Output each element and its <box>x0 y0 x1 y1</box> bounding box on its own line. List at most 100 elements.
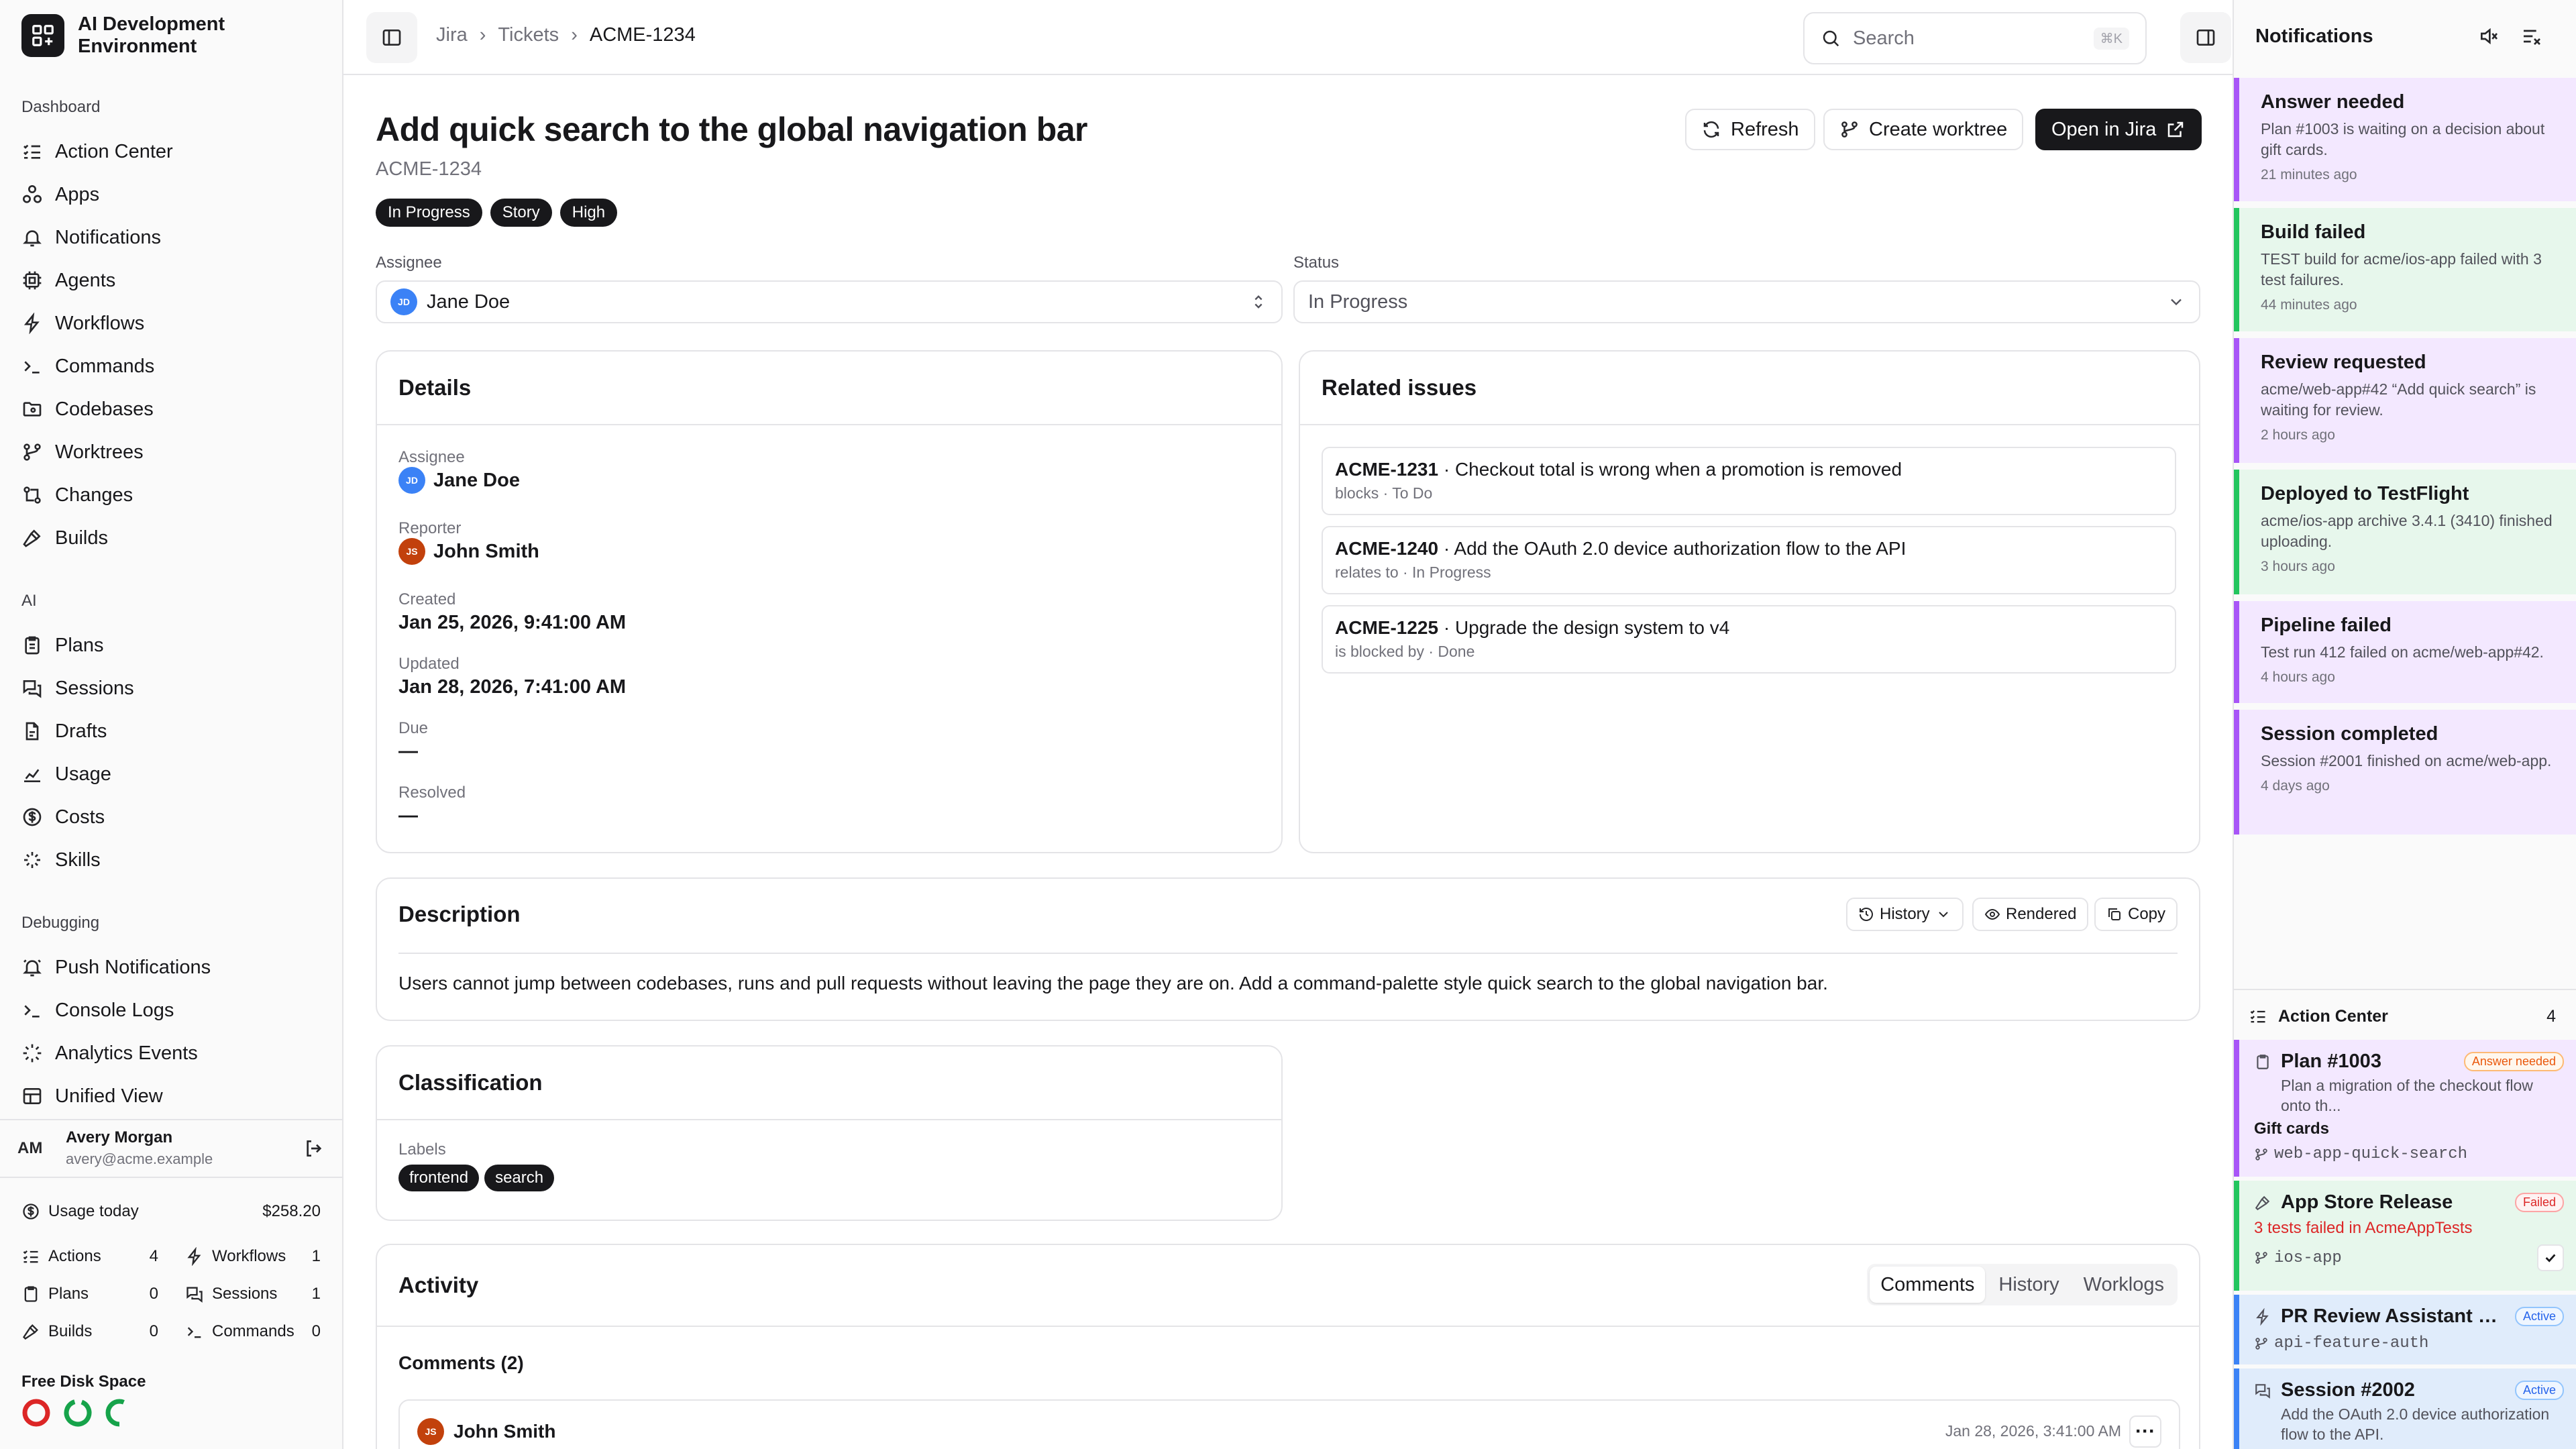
create-worktree-button[interactable]: Create worktree <box>1823 109 2024 150</box>
action-item[interactable]: PR Review Assistant #4... Active api-fea… <box>2234 1295 2576 1364</box>
sparkles-icon <box>24 852 40 868</box>
detail-reporter: JS John Smith <box>398 538 539 565</box>
action-branch: web-app-quick-search <box>2254 1145 2564 1163</box>
check-icon[interactable] <box>2537 1244 2564 1271</box>
notification-item[interactable]: Pipeline failed Test run 412 failed on a… <box>2234 601 2576 703</box>
nav-label: Worktrees <box>55 441 144 463</box>
apps-icon <box>23 185 42 203</box>
nav-item-apps[interactable]: Apps <box>21 176 323 213</box>
assignee-value: Jane Doe <box>427 290 511 313</box>
detail-reporter-label: Reporter <box>398 519 462 537</box>
nav-item-worktrees[interactable]: Worktrees <box>21 433 323 471</box>
detail-due-label: Due <box>398 719 429 737</box>
mute-icon[interactable] <box>2478 25 2500 47</box>
action-item[interactable]: Session #2002 Active Add the OAuth 2.0 d… <box>2234 1368 2576 1449</box>
related-issue-item[interactable]: ACME-1225 · Upgrade the design system to… <box>1322 605 2176 674</box>
layout-icon <box>23 1088 42 1104</box>
nav-item-changes[interactable]: Changes <box>21 476 323 514</box>
user-name: Avery Morgan <box>66 1128 173 1146</box>
app-brand[interactable]: AI Development Environment <box>21 13 266 58</box>
action-center-header: Action Center 4 <box>2234 989 2576 1042</box>
nav-label: Agents <box>55 269 116 291</box>
page-title: Add quick search to the global navigatio… <box>376 111 1088 148</box>
nav-item-usage[interactable]: Usage <box>21 755 323 793</box>
nav-item-sessions[interactable]: Sessions <box>21 669 323 707</box>
toggle-right-panel-button[interactable] <box>2180 12 2231 63</box>
action-title: Session #2002 <box>2281 1379 2415 1401</box>
related-issue-item[interactable]: ACME-1231 · Checkout total is wrong when… <box>1322 447 2176 515</box>
action-item[interactable]: Plan #1003 Answer needed Plan a migratio… <box>2234 1040 2576 1177</box>
stat-plans[interactable]: Plans <box>21 1285 89 1303</box>
terminal-icon <box>24 1005 40 1018</box>
search-input[interactable]: Search ⌘K <box>1803 12 2147 64</box>
stat-actions[interactable]: Actions <box>21 1247 101 1266</box>
dollar-icon <box>23 1203 39 1220</box>
tab-comments[interactable]: Comments <box>1870 1267 1986 1303</box>
rendered-toggle[interactable]: Rendered <box>1972 898 2089 931</box>
ticket-key: ACME-1234 <box>376 158 482 180</box>
nav-item-commands[interactable]: Commands <box>21 347 323 385</box>
notification-item[interactable]: Build failed TEST build for acme/ios-app… <box>2234 208 2576 331</box>
related-issues-title: Related issues <box>1300 352 2199 425</box>
user-profile[interactable]: AM Avery Morgan avery@acme.example <box>0 1119 342 1178</box>
notification-item[interactable]: Answer needed Plan #1003 is waiting on a… <box>2234 78 2576 201</box>
top-bar: Jira › Tickets › ACME-1234 Search ⌘K <box>343 0 2233 75</box>
nav-label: Drafts <box>55 720 107 742</box>
breadcrumb-tickets[interactable]: Tickets <box>498 24 559 46</box>
nav-item-agents[interactable]: Agents <box>21 262 323 299</box>
logout-icon[interactable] <box>303 1138 325 1159</box>
toggle-sidebar-button[interactable] <box>366 12 417 63</box>
nav-item-unified-view[interactable]: Unified View <box>21 1077 323 1115</box>
app-name: AI Development Environment <box>78 13 225 57</box>
breadcrumb-jira[interactable]: Jira <box>436 24 468 46</box>
history-dropdown[interactable]: History <box>1846 898 1964 931</box>
tab-history[interactable]: History <box>1988 1267 2070 1303</box>
nav-item-console-logs[interactable]: Console Logs <box>21 991 323 1029</box>
action-item[interactable]: App Store Release Failed 3 tests failed … <box>2234 1181 2576 1291</box>
issue-meta: relates to · In Progress <box>1335 564 1491 581</box>
open-in-jira-button[interactable]: Open in Jira <box>2035 109 2202 150</box>
nav-item-workflows[interactable]: Workflows <box>21 305 323 342</box>
nav-item-action-center[interactable]: Action Center <box>21 133 323 170</box>
notification-item[interactable]: Review requested acme/web-app#42 “Add qu… <box>2234 338 2576 463</box>
comments-heading: Comments (2) <box>398 1352 524 1373</box>
nav-item-push-notifications[interactable]: Push Notifications <box>21 949 323 986</box>
detail-reporter-value: John Smith <box>433 540 539 562</box>
stat-builds[interactable]: Builds <box>21 1322 92 1341</box>
panel-right-icon <box>2196 30 2215 46</box>
chart-icon <box>24 769 40 782</box>
nav-item-builds[interactable]: Builds <box>21 519 323 557</box>
detail-updated-label: Updated <box>398 655 460 673</box>
nav-item-analytics-events[interactable]: Analytics Events <box>21 1034 323 1072</box>
notification-item[interactable]: Session completed Session #2001 finished… <box>2234 710 2576 835</box>
nav-item-costs[interactable]: Costs <box>21 798 323 836</box>
status-select[interactable]: In Progress <box>1293 280 2200 323</box>
nav-item-skills[interactable]: Skills <box>21 841 323 879</box>
action-branch: ios-app <box>2254 1244 2564 1271</box>
stat-commands[interactable]: Commands <box>185 1322 294 1341</box>
nav-item-codebases[interactable]: Codebases <box>21 390 323 428</box>
nav-item-drafts[interactable]: Drafts <box>21 712 323 750</box>
assignee-select[interactable]: JD Jane Doe <box>376 280 1283 323</box>
action-extra: Gift cards <box>2254 1120 2330 1138</box>
stat-label: Builds <box>48 1322 93 1340</box>
stat-workflows[interactable]: Workflows <box>185 1247 286 1266</box>
workflow-icon <box>23 313 40 334</box>
chevron-down-icon <box>1938 912 1948 918</box>
related-issue-item[interactable]: ACME-1240 · Add the OAuth 2.0 device aut… <box>1322 526 2176 594</box>
nav-label: Push Notifications <box>55 956 211 978</box>
stat-sessions[interactable]: Sessions <box>185 1285 277 1303</box>
stat-value: 4 <box>149 1247 158 1265</box>
nav-item-plans[interactable]: Plans <box>21 627 323 664</box>
detail-assignee-label: Assignee <box>398 448 465 466</box>
refresh-button[interactable]: Refresh <box>1685 109 1815 150</box>
action-center-count: 4 <box>2546 1006 2556 1026</box>
sidebar-icon <box>382 30 401 46</box>
more-options-icon[interactable]: ··· <box>2129 1415 2161 1448</box>
copy-button[interactable]: Copy <box>2094 898 2178 931</box>
nav-label: Console Logs <box>55 999 174 1021</box>
nav-item-notifications[interactable]: Notifications <box>21 219 323 256</box>
tab-worklogs[interactable]: Worklogs <box>2073 1267 2175 1303</box>
notification-item[interactable]: Deployed to TestFlight acme/ios-app arch… <box>2234 470 2576 594</box>
clear-all-icon[interactable] <box>2521 25 2542 47</box>
